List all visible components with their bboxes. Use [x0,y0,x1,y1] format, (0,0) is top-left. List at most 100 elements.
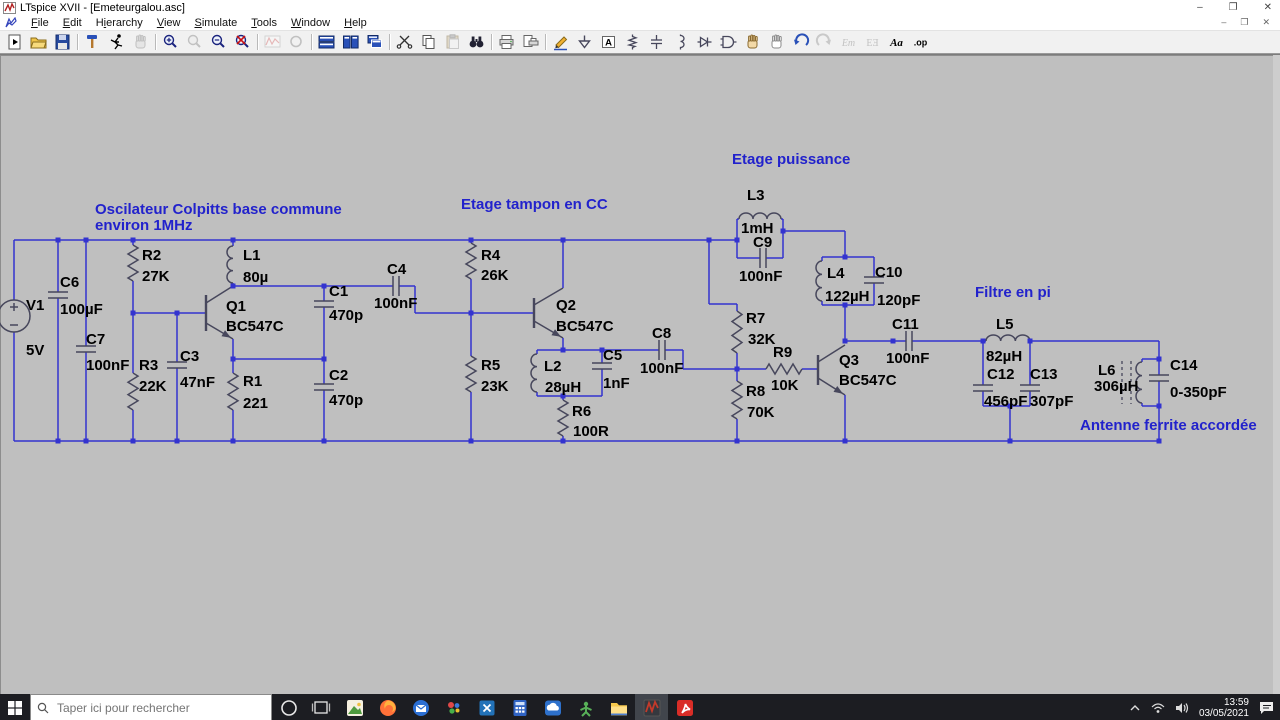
component-ref: L2 [544,358,562,375]
menu-simulate[interactable]: Simulate [187,17,244,29]
taskbar-search[interactable] [30,694,272,720]
drag-button[interactable] [765,32,789,52]
mdi-close-button[interactable]: ✕ [1262,18,1270,27]
draw-wire-button[interactable] [549,32,573,52]
taskbar-calculator[interactable] [503,694,536,720]
component-ref: C6 [60,274,79,291]
tray-chevron-icon[interactable] [1129,703,1141,713]
component-value: 100nF [886,350,929,367]
junction-dot [83,237,89,243]
menu-tools[interactable]: Tools [244,17,284,29]
zoom-back-button[interactable] [183,32,207,52]
volume-icon[interactable] [1175,702,1189,714]
copy-button[interactable] [417,32,441,52]
menu-file[interactable]: File [24,17,56,29]
start-button[interactable] [0,694,30,720]
taskbar-acrobat[interactable] [668,694,701,720]
network-icon[interactable] [1151,702,1165,714]
junction-dot [734,438,740,444]
cut-button[interactable] [393,32,417,52]
halt-button[interactable] [129,32,153,52]
tile-horizontal-button[interactable] [315,32,339,52]
move-button[interactable] [741,32,765,52]
spice-directive-icon: .op [914,38,928,48]
edit-simulation-cmd-button[interactable]: Em [837,32,861,52]
text-button[interactable]: Aa [885,32,909,52]
diode-button[interactable] [693,32,717,52]
spice-directive-button[interactable]: .op [909,32,933,52]
taskbar-mail[interactable] [404,694,437,720]
taskbar-ltspice[interactable] [635,694,668,720]
menu-hierarchy[interactable]: Hierarchy [89,17,150,29]
resistor-button[interactable] [621,32,645,52]
undo-button[interactable] [789,32,813,52]
taskbar-clock[interactable]: 13:59 03/05/2021 [1199,697,1249,719]
junction-dot [1027,338,1033,344]
control-panel-button[interactable] [81,32,105,52]
ground-button[interactable] [573,32,597,52]
search-input[interactable] [55,700,239,716]
menu-edit[interactable]: Edit [56,17,89,29]
component-value: 82µH [986,348,1022,365]
component-button[interactable] [717,32,741,52]
tile-vertical-button[interactable] [339,32,363,52]
zoom-in-button[interactable] [159,32,183,52]
mdi-minimize-button[interactable]: – [1221,18,1226,27]
acrobat-icon [676,700,693,716]
minimize-button[interactable]: – [1197,2,1203,13]
run-button[interactable] [105,32,129,52]
zoom-out-icon [211,34,225,48]
taskbar-dev-tool[interactable] [569,694,602,720]
paste-button[interactable] [441,32,465,52]
find-button[interactable] [465,32,489,52]
zoom-extents-icon [235,34,249,48]
schematic-canvas[interactable]: V1 5V C6 100µF C7 100nF R2 27K R3 22K C3 47nF R1 221 Q… [0,55,1280,694]
open-button[interactable] [27,32,51,52]
schematic-comment: Etage tampon en CC [461,196,608,213]
redo-button[interactable] [813,32,837,52]
junction-dot [230,438,236,444]
component-value: 70K [747,404,775,421]
capacitor-button[interactable] [645,32,669,52]
cascade-windows-button[interactable] [363,32,387,52]
inductor-button[interactable] [669,32,693,52]
print-button[interactable] [495,32,519,52]
notifications-icon[interactable] [1259,701,1274,715]
taskbar-onedrive[interactable] [536,694,569,720]
inductor-symbol [985,334,1031,342]
toolbar: A Em EƎ Aa .op [0,31,1280,54]
taskbar-firefox[interactable] [371,694,404,720]
component-value: 26K [481,267,509,284]
mdi-restore-button[interactable]: ❐ [1240,18,1248,27]
component-ref: R3 [139,357,158,374]
schematic-area[interactable]: V1 5V C6 100µF C7 100nF R2 27K R3 22K C3 47nF R1 221 Q… [0,54,1280,694]
scrollbar[interactable] [1273,55,1280,694]
taskbar-media-player[interactable] [437,694,470,720]
taskbar-cortana[interactable] [272,694,305,720]
component-ref: R7 [746,310,765,327]
pan-view-button[interactable] [285,32,309,52]
zoom-extents-button[interactable] [231,32,255,52]
taskbar-file-explorer[interactable] [602,694,635,720]
restore-button[interactable]: ❐ [1229,2,1238,13]
menu-view[interactable]: View [150,17,188,29]
close-button[interactable]: ✕ [1264,2,1272,13]
new-schematic-button[interactable] [3,32,27,52]
zoom-out-button[interactable] [207,32,231,52]
edit-netlist-button[interactable]: EƎ [861,32,885,52]
taskbar-spreadsheet[interactable] [470,694,503,720]
net-label-icon: A [602,36,615,48]
save-button[interactable] [51,32,75,52]
component-value: 307pF [1030,393,1073,410]
file-explorer-icon [610,703,627,716]
menu-bar: File Edit Hierarchy View Simulate Tools Window… [0,15,1280,31]
taskbar-task-view[interactable] [305,694,338,720]
print-preview-button[interactable] [519,32,543,52]
menu-help[interactable]: Help [337,17,374,29]
net-label-button[interactable]: A [597,32,621,52]
autorange-waveform-button[interactable] [261,32,285,52]
menu-window[interactable]: Window [284,17,337,29]
junction-dot [174,310,180,316]
taskbar-gallery[interactable] [338,694,371,720]
svg-text:Em: Em [841,38,855,49]
